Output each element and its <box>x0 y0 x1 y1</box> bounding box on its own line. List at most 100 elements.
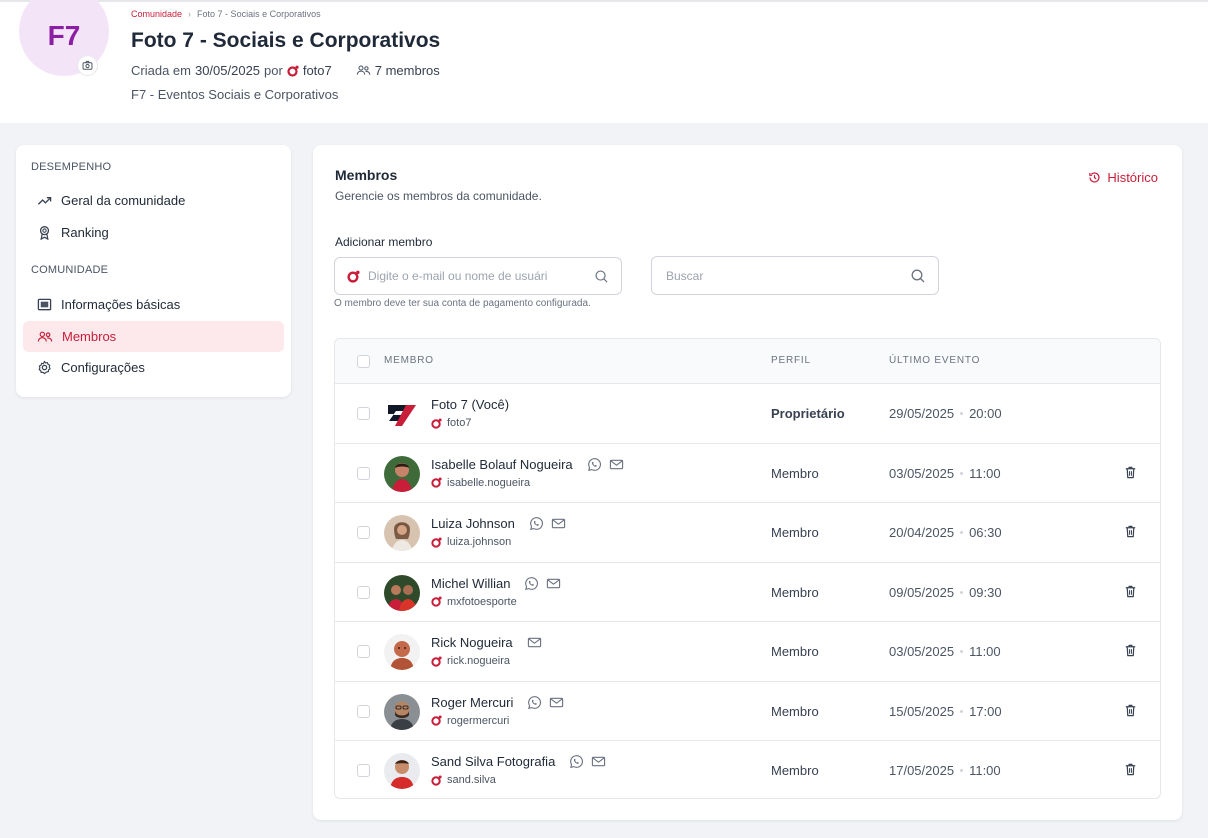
users-icon <box>37 331 53 342</box>
row-checkbox[interactable] <box>357 764 370 777</box>
member-username: foto7 <box>431 417 471 429</box>
whatsapp-icon[interactable] <box>587 457 602 472</box>
mail-icon[interactable] <box>549 695 564 710</box>
row-checkbox[interactable] <box>357 645 370 658</box>
header-role[interactable]: PERFIL <box>771 355 811 366</box>
whatsapp-icon[interactable] <box>527 695 542 710</box>
trash-icon[interactable] <box>1123 465 1138 480</box>
brand-logo-icon <box>431 477 442 488</box>
table-row[interactable]: Michel Willian mxfotoesporte Membro 09/0… <box>335 563 1160 622</box>
row-checkbox[interactable] <box>357 585 370 599</box>
add-member-hint: O membro deve ter sua conta de pagamento… <box>334 298 591 309</box>
add-member-field[interactable] <box>334 257 622 295</box>
search-icon[interactable] <box>594 269 609 284</box>
breadcrumb-current: Foto 7 - Sociais e Corporativos <box>197 9 321 19</box>
sidebar-item-overview[interactable]: Geral da comunidade <box>23 185 284 216</box>
member-username: luiza.johnson <box>431 536 511 548</box>
search-icon[interactable] <box>910 268 926 284</box>
mail-icon[interactable] <box>546 576 561 591</box>
member-username: rick.nogueira <box>431 655 510 667</box>
members-table: MEMBRO PERFIL ÚLTIMO EVENTO Foto 7 (Você… <box>334 338 1161 799</box>
event-date: 17/05/2025 <box>889 763 955 778</box>
table-row[interactable]: Luiza Johnson luiza.johnson Membro 20/04… <box>335 503 1160 563</box>
gear-icon <box>38 360 51 375</box>
trash-icon[interactable] <box>1123 703 1138 718</box>
event-date: 03/05/2025 <box>889 465 955 481</box>
header-member[interactable]: MEMBRO <box>384 355 434 366</box>
member-username-text: mxfotoesporte <box>447 595 517 608</box>
member-username-text: rogermercuri <box>447 714 510 727</box>
row-checkbox[interactable] <box>357 407 370 420</box>
sidebar-item-label: Configurações <box>61 360 145 375</box>
trash-icon[interactable] <box>1123 762 1138 777</box>
trash-icon[interactable] <box>1123 524 1138 539</box>
mail-icon[interactable] <box>591 754 606 769</box>
member-name-text: Luiza Johnson <box>431 516 515 531</box>
change-photo-button[interactable] <box>77 55 98 76</box>
page-title: Foto 7 - Sociais e Corporativos <box>131 29 441 52</box>
member-name-text: Foto 7 (Você) <box>431 397 510 412</box>
select-all-checkbox[interactable] <box>357 355 370 368</box>
table-row[interactable]: Sand Silva Fotografia sand.silva Membro … <box>335 741 1160 798</box>
member-last-event: 09/05/2025 09:30 <box>889 585 1002 600</box>
add-member-input[interactable] <box>368 269 586 283</box>
sidebar-section-performance: DESEMPENHO <box>31 161 112 173</box>
created-prefix: Criada em <box>131 63 191 78</box>
mail-icon[interactable] <box>551 516 566 531</box>
sidebar-item-label: Geral da comunidade <box>61 193 186 208</box>
community-header: F7 Comunidade › Foto 7 - Sociais e Corpo… <box>0 0 1208 123</box>
table-row[interactable]: Roger Mercuri rogermercuri Membro 15/05/… <box>335 682 1160 741</box>
table-row[interactable]: Rick Nogueira rick.nogueira Membro 03/05… <box>335 622 1160 682</box>
sidebar-section-community: COMUNIDADE <box>31 264 109 276</box>
members-count-text: 7 membros <box>374 63 440 78</box>
chevron-right-icon: › <box>188 9 192 19</box>
creator-username[interactable]: foto7 <box>303 63 332 78</box>
row-checkbox[interactable] <box>357 526 370 539</box>
table-header: MEMBRO PERFIL ÚLTIMO EVENTO <box>335 339 1160 384</box>
whatsapp-icon[interactable] <box>569 754 584 769</box>
member-last-event: 03/05/2025 11:00 <box>889 644 1001 659</box>
search-field[interactable] <box>651 256 939 295</box>
brand-logo-icon <box>431 656 442 667</box>
avatar <box>384 455 420 492</box>
avatar <box>384 515 420 551</box>
breadcrumb-community-link[interactable]: Comunidade <box>131 9 182 19</box>
mail-icon[interactable] <box>527 635 542 650</box>
row-checkbox[interactable] <box>357 704 370 718</box>
member-username: mxfotoesporte <box>431 596 517 608</box>
event-time: 06:30 <box>969 525 1002 540</box>
table-row[interactable]: Foto 7 (Você) foto7 Proprietário 29/05/2… <box>335 384 1160 444</box>
event-time: 11:00 <box>969 763 1001 778</box>
table-row[interactable]: Isabelle Bolauf Nogueira isabelle.noguei… <box>335 444 1160 503</box>
whatsapp-icon[interactable] <box>529 516 544 531</box>
separator-dot <box>960 650 964 653</box>
history-button[interactable]: Histórico <box>1088 170 1158 185</box>
member-name: Foto 7 (Você) <box>431 397 509 412</box>
sidebar-item-settings[interactable]: Configurações <box>23 352 284 383</box>
breadcrumb: Comunidade › Foto 7 - Sociais e Corporat… <box>131 9 321 19</box>
sidebar-item-label: Informações básicas <box>61 297 181 312</box>
users-icon <box>356 65 371 75</box>
member-name: Luiza Johnson <box>431 516 566 531</box>
trash-icon[interactable] <box>1123 643 1138 658</box>
separator-dot <box>960 769 964 772</box>
created-date: 30/05/2025 <box>194 63 261 78</box>
member-username-text: rick.nogueira <box>447 655 510 667</box>
event-time: 20:00 <box>969 406 1002 421</box>
whatsapp-icon[interactable] <box>524 576 539 591</box>
row-checkbox[interactable] <box>357 466 370 480</box>
mail-icon[interactable] <box>609 457 624 472</box>
member-last-event: 03/05/2025 11:00 <box>889 466 1001 481</box>
member-role: Membro <box>771 644 819 659</box>
sidebar: DESEMPENHO Geral da comunidade Ranking C… <box>16 145 291 397</box>
search-input[interactable] <box>666 268 902 283</box>
member-role: Membro <box>771 465 819 481</box>
sidebar-item-basic-info[interactable]: Informações básicas <box>23 289 284 320</box>
separator-dot <box>960 709 964 713</box>
trash-icon[interactable] <box>1123 584 1138 599</box>
event-time: 09:30 <box>969 584 1002 600</box>
sidebar-item-members[interactable]: Membros <box>23 321 284 352</box>
header-last-event[interactable]: ÚLTIMO EVENTO <box>889 355 980 366</box>
sidebar-item-ranking[interactable]: Ranking <box>23 217 284 248</box>
panel-description: Gerencie os membros da comunidade. <box>335 189 542 203</box>
